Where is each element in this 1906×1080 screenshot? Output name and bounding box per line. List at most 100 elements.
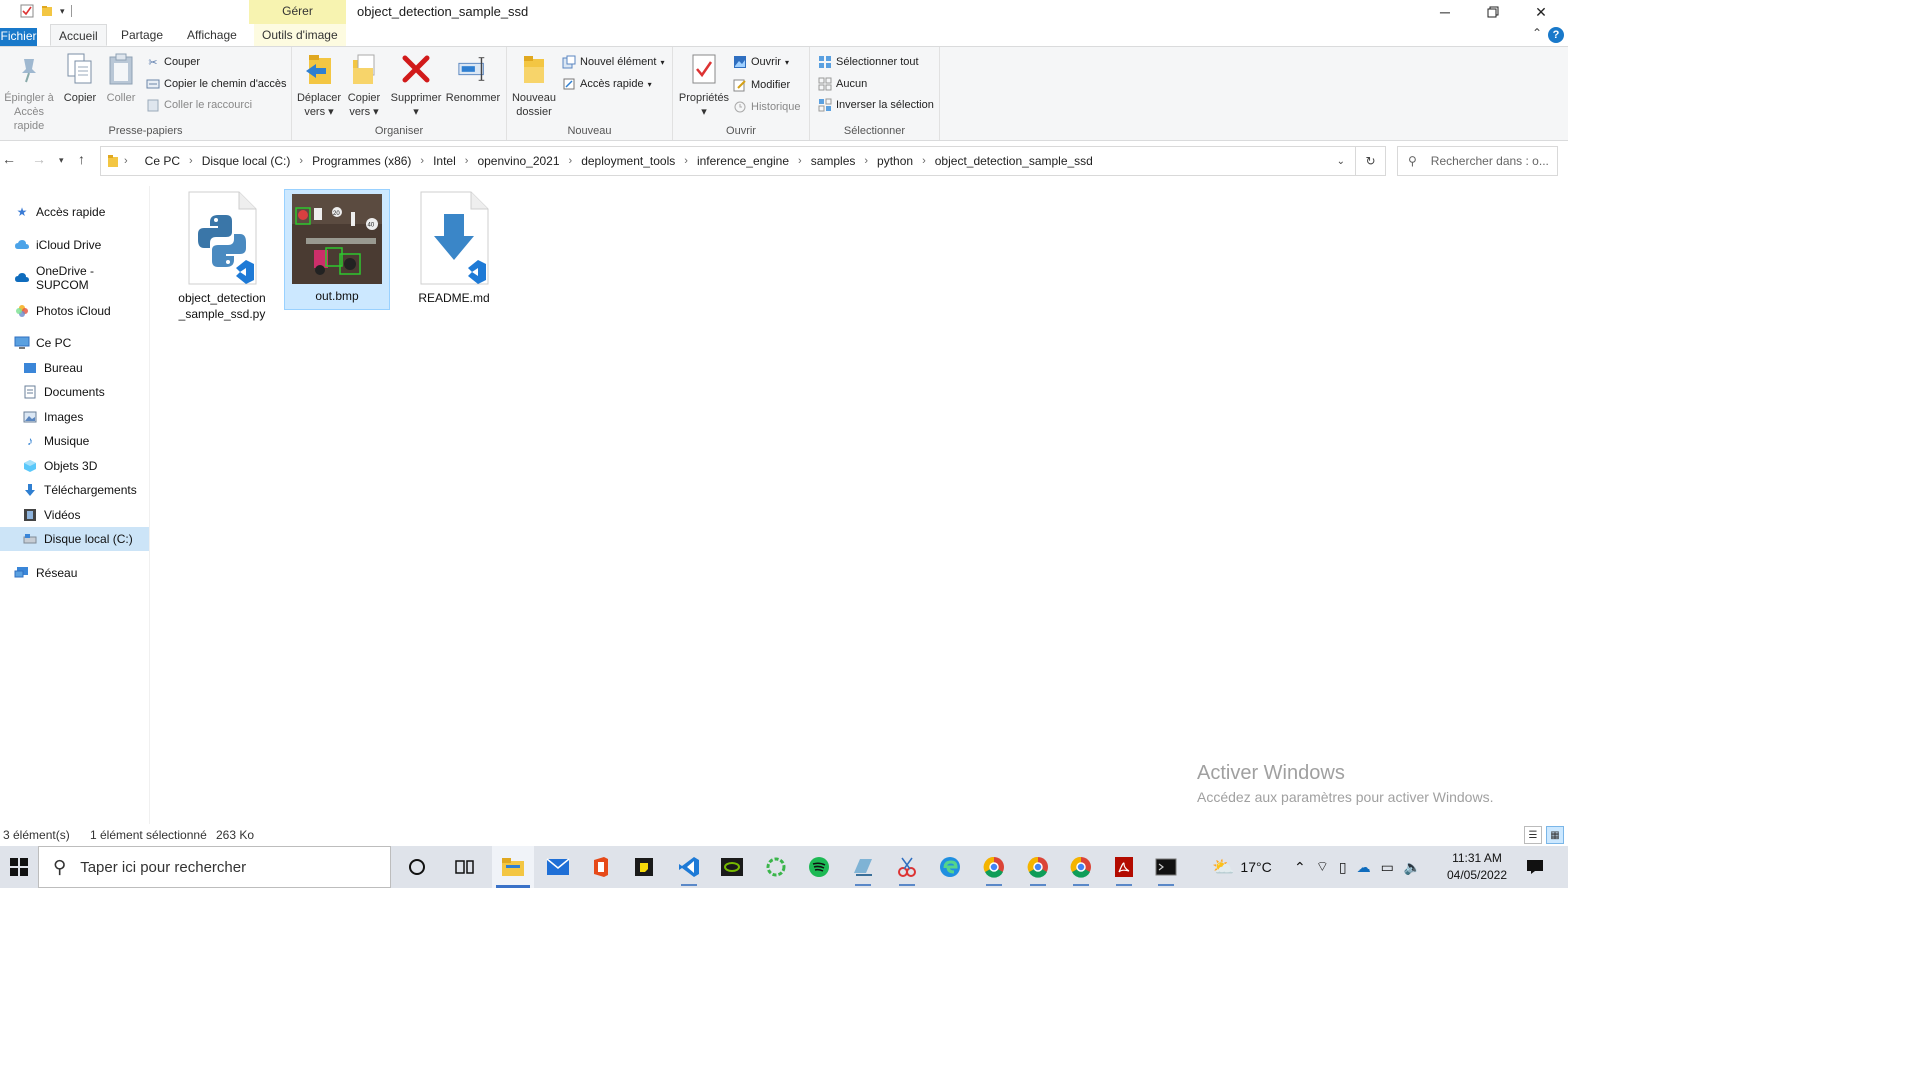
chrome-profile-1-icon[interactable] — [973, 846, 1015, 888]
battery-icon[interactable]: ▭ — [1381, 859, 1394, 876]
start-button[interactable] — [0, 846, 38, 888]
tray-chevron-up-icon[interactable]: ⌃ — [1294, 859, 1306, 876]
forward-arrow-icon[interactable]: → — [32, 151, 46, 167]
snipping-tool-icon[interactable] — [886, 846, 928, 888]
nav-item-icloud-drive[interactable]: iCloud Drive — [0, 233, 149, 257]
move-to-button[interactable]: Déplacer vers ▾ — [296, 51, 342, 119]
breadcrumb-item[interactable]: deployment_tools — [577, 154, 679, 168]
cut-button[interactable]: ✂ Couper — [146, 55, 200, 69]
tab-view[interactable]: Affichage — [179, 24, 245, 46]
history-button[interactable]: Historique — [733, 100, 801, 114]
nav-item-videos[interactable]: Vidéos — [0, 503, 149, 527]
task-view-icon[interactable] — [444, 846, 486, 888]
openvino-app-icon[interactable] — [842, 846, 884, 888]
up-arrow-icon[interactable]: ↑ — [78, 151, 85, 167]
open-button[interactable]: Ouvrir ▾ — [733, 55, 789, 69]
breadcrumb-item[interactable]: inference_engine — [693, 154, 793, 168]
search-box[interactable]: ⚲ Rechercher dans : o... — [1397, 146, 1558, 176]
nav-item-desktop[interactable]: Bureau — [0, 356, 149, 380]
tablet-icon[interactable]: ▯ — [1339, 859, 1347, 876]
tab-share[interactable]: Partage — [113, 24, 171, 46]
breadcrumb-chevron-icon[interactable]: › — [859, 155, 873, 167]
chrome-profile-3-icon[interactable] — [1060, 846, 1102, 888]
select-all-button[interactable]: Sélectionner tout — [818, 55, 919, 69]
nav-item-music[interactable]: ♪ Musique — [0, 429, 149, 453]
breadcrumb-chevron-icon[interactable]: › — [460, 155, 474, 167]
breadcrumb-chevron-icon[interactable]: › — [184, 155, 198, 167]
edit-button[interactable]: Modifier — [733, 78, 790, 92]
breadcrumb-chevron-icon[interactable]: › — [415, 155, 429, 167]
chrome-profile-2-icon[interactable] — [1017, 846, 1059, 888]
help-icon[interactable]: ? — [1548, 27, 1564, 43]
paste-shortcut-button[interactable]: Coller le raccourci — [146, 98, 252, 112]
breadcrumb-chevron-icon[interactable]: › — [564, 155, 578, 167]
back-arrow-icon[interactable]: ← — [2, 151, 16, 167]
refresh-button[interactable]: ↻ — [1356, 146, 1386, 176]
nav-item-icloud-photos[interactable]: Photos iCloud — [0, 299, 149, 323]
copy-button[interactable]: Copier — [60, 51, 100, 105]
address-root-chevron-icon[interactable]: › — [119, 155, 133, 167]
tab-image-tools[interactable]: Outils d'image — [254, 24, 346, 46]
select-none-button[interactable]: Aucun — [818, 77, 867, 91]
breadcrumb-item[interactable]: object_detection_sample_ssd — [931, 154, 1097, 168]
address-dropdown-chevron-icon[interactable]: ⌄ — [1337, 156, 1345, 167]
restore-button[interactable] — [1470, 0, 1516, 24]
edge-icon[interactable] — [929, 846, 971, 888]
easy-access-button[interactable]: Accès rapide ▾ — [562, 77, 652, 91]
copy-path-button[interactable]: Copier le chemin d'accès — [146, 77, 287, 91]
nav-item-3d-objects[interactable]: Objets 3D — [0, 454, 149, 478]
delete-button[interactable]: Supprimer ▾ — [390, 51, 442, 119]
notifications-icon[interactable] — [1514, 846, 1556, 888]
nav-item-documents[interactable]: Documents — [0, 380, 149, 404]
nvidia-icon[interactable] — [711, 846, 753, 888]
copy-to-button[interactable]: Copier vers ▾ — [344, 51, 384, 119]
nav-item-quick-access[interactable]: ★ Accès rapide — [0, 200, 149, 224]
file-item-readme[interactable]: README.md — [401, 190, 507, 306]
breadcrumb-item[interactable]: samples — [807, 154, 860, 168]
wifi-icon[interactable]: ⌔ — [1316, 858, 1329, 876]
properties-button[interactable]: Propriétés ▾ — [677, 51, 731, 119]
delete-dropdown-icon[interactable]: ▾ — [390, 105, 442, 119]
breadcrumb-item[interactable]: Disque local (C:) — [198, 154, 295, 168]
nav-item-this-pc[interactable]: Ce PC — [0, 331, 149, 355]
recent-locations-chevron-icon[interactable]: ▾ — [59, 155, 64, 166]
nav-item-downloads[interactable]: Téléchargements — [0, 478, 149, 502]
nav-item-pictures[interactable]: Images — [0, 405, 149, 429]
volume-icon[interactable]: 🔈 — [1404, 859, 1421, 876]
nav-item-local-disk[interactable]: Disque local (C:) — [0, 527, 149, 551]
new-item-button[interactable]: Nouvel élément ▾ — [562, 55, 664, 69]
nav-item-onedrive[interactable]: OneDrive - SUPCOM — [0, 264, 149, 292]
manage-contextual-tab[interactable]: Gérer — [249, 0, 346, 24]
paste-button[interactable]: Coller — [102, 51, 140, 105]
breadcrumb-item[interactable]: Intel — [429, 154, 460, 168]
properties-check-icon[interactable] — [20, 4, 34, 18]
properties-dropdown-icon[interactable]: ▾ — [677, 105, 731, 119]
office-icon[interactable] — [580, 846, 622, 888]
onedrive-tray-icon[interactable]: ☁ — [1357, 859, 1371, 876]
app-ring-icon[interactable] — [755, 846, 797, 888]
mail-icon[interactable] — [537, 846, 579, 888]
minimize-button[interactable]: ─ — [1422, 0, 1468, 24]
taskbar-search-box[interactable]: ⚲ Taper ici pour rechercher — [38, 846, 391, 888]
pin-quick-access-button[interactable]: Épingler à Accès rapide — [0, 51, 58, 133]
breadcrumb-chevron-icon[interactable]: › — [679, 155, 693, 167]
terminal-icon[interactable] — [1145, 846, 1187, 888]
breadcrumb-item[interactable]: Ce PC — [141, 154, 184, 168]
vscode-icon[interactable] — [668, 846, 710, 888]
address-bar[interactable]: › Ce PC › Disque local (C:) › Programmes (x8… — [100, 146, 1356, 176]
rename-button[interactable]: Renommer — [444, 51, 502, 105]
invert-selection-button[interactable]: Inverser la sélection — [818, 98, 934, 112]
collapse-ribbon-icon[interactable]: ⌃ — [1532, 26, 1542, 40]
new-folder-button[interactable]: Nouveau dossier — [511, 51, 557, 119]
clock[interactable]: 11:31 AM 04/05/2022 — [1434, 850, 1520, 884]
file-item-out-bmp[interactable]: 20 40 out.bmp — [284, 189, 390, 310]
weather-widget[interactable]: ⛅ 17°C — [1212, 846, 1272, 888]
sticky-notes-icon[interactable] — [623, 846, 665, 888]
large-icons-view-icon[interactable]: ▦ — [1546, 826, 1564, 844]
new-folder-qat-icon[interactable] — [40, 4, 54, 18]
file-explorer-taskbar-icon[interactable] — [492, 846, 534, 888]
breadcrumb-chevron-icon[interactable]: › — [917, 155, 931, 167]
breadcrumb-chevron-icon[interactable]: › — [793, 155, 807, 167]
cortana-icon[interactable] — [396, 846, 438, 888]
file-item-python[interactable]: object_detection _sample_ssd.py — [169, 190, 275, 322]
